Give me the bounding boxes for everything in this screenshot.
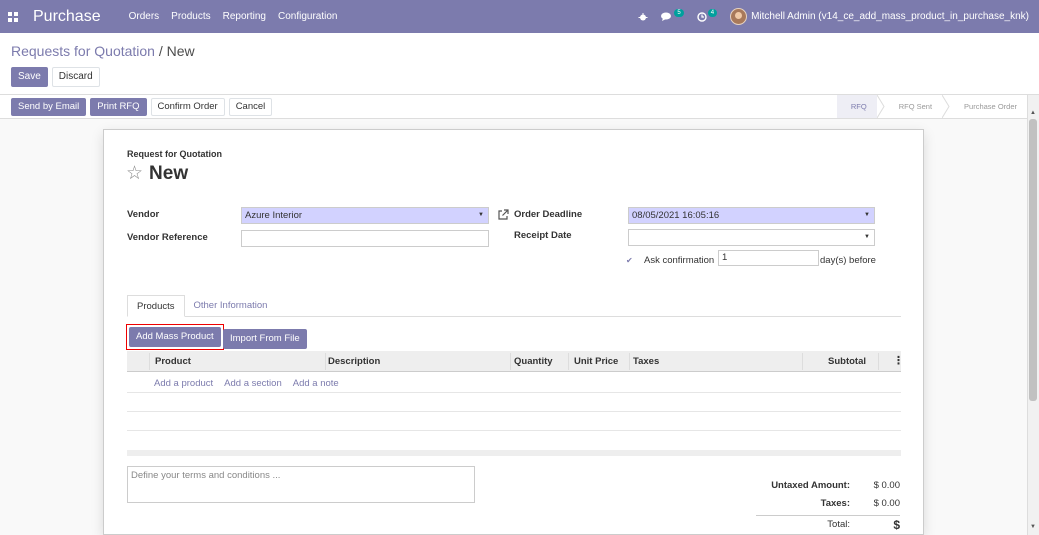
tab-other-information[interactable]: Other Information	[185, 295, 277, 316]
totals-summary: Untaxed Amount: $ 0.00 Taxes: $ 0.00 Tot…	[720, 477, 900, 534]
ask-confirmation-label: Ask confirmation	[644, 255, 715, 266]
ask-confirmation-checkbox[interactable]: ✔	[626, 256, 633, 265]
top-navbar: Purchase Orders Products Reporting Confi…	[0, 0, 1039, 33]
add-section-link[interactable]: Add a section	[224, 378, 282, 389]
user-menu[interactable]: Mitchell Admin (v14_ce_add_mass_product_…	[730, 8, 1029, 25]
stage-rfq-label: RFQ	[850, 102, 867, 111]
order-lines-header: Product Description Quantity Unit Price …	[127, 351, 904, 372]
status-bar: Send by Email Print RFQ Confirm Order Ca…	[0, 95, 1027, 119]
untaxed-amount-label: Untaxed Amount:	[771, 480, 850, 491]
column-description[interactable]: Description	[328, 351, 380, 372]
import-from-file-button[interactable]: Import From File	[223, 329, 307, 349]
form-sheet: Request for Quotation ☆ New Vendor Azure…	[103, 129, 924, 535]
control-panel: Requests for Quotation / New Save Discar…	[0, 33, 1039, 95]
vendor-reference-input[interactable]	[241, 230, 489, 247]
vendor-reference-label: Vendor Reference	[127, 232, 208, 243]
scroll-up-icon[interactable]: ▲	[1030, 110, 1036, 116]
taxes-label: Taxes:	[820, 498, 850, 509]
total-value: $ 0.00	[893, 518, 900, 532]
stage-arrow-icon	[942, 95, 950, 118]
breadcrumb-separator: /	[158, 43, 163, 59]
table-row-divider	[127, 411, 901, 412]
add-mass-product-highlight: Add Mass Product	[126, 324, 224, 350]
vendor-label: Vendor	[127, 209, 160, 220]
stage-rfq-sent-label: RFQ Sent	[898, 102, 933, 111]
confirmation-days-input[interactable]: 1	[718, 250, 819, 266]
title-row: ☆ New	[126, 163, 188, 185]
main-menu: Orders Products Reporting Configuration	[129, 11, 338, 22]
discard-button[interactable]: Discard	[51, 67, 100, 87]
form-tabs: Products Other Information	[127, 295, 901, 317]
debug-bug-icon[interactable]	[638, 12, 648, 22]
messages-count-badge: 5	[674, 8, 684, 17]
systray: 5 4 Mitchell Admin (v14_ce_add_mass_prod…	[638, 8, 1029, 25]
user-name: Mitchell Admin (v14_ce_add_mass_product_…	[751, 11, 1029, 22]
taxes-value: $ 0.00	[873, 498, 900, 509]
stage-purchase-order[interactable]: Purchase Order	[950, 95, 1027, 118]
column-taxes[interactable]: Taxes	[633, 351, 659, 372]
receipt-date-label: Receipt Date	[514, 230, 572, 241]
activities-count-badge: 4	[707, 8, 718, 17]
table-footer	[127, 450, 901, 456]
menu-products[interactable]: Products	[171, 11, 210, 22]
order-deadline-label: Order Deadline	[514, 209, 583, 220]
chevron-down-icon: ▼	[864, 234, 870, 240]
vendor-value: Azure Interior	[245, 210, 303, 221]
chevron-down-icon: ▼	[478, 212, 484, 218]
messages-icon[interactable]: 5	[661, 8, 684, 22]
add-note-link[interactable]: Add a note	[293, 378, 339, 389]
stage-rfq[interactable]: RFQ	[836, 95, 877, 118]
external-link-icon[interactable]	[497, 209, 509, 221]
stage-rfq-sent[interactable]: RFQ Sent	[885, 95, 942, 118]
order-deadline-value: 08/05/2021 16:05:16	[632, 210, 720, 221]
column-subtotal[interactable]: Subtotal	[828, 351, 866, 372]
add-product-link[interactable]: Add a product	[154, 378, 213, 389]
column-quantity[interactable]: Quantity	[514, 351, 553, 372]
vendor-select[interactable]: Azure Interior ▼	[241, 207, 489, 224]
column-options-icon[interactable]: ⋮	[893, 351, 904, 372]
breadcrumb-parent[interactable]: Requests for Quotation	[11, 43, 155, 59]
add-line-links: Add a product Add a section Add a note	[154, 378, 339, 389]
tab-products[interactable]: Products	[127, 295, 185, 317]
document-title: New	[149, 163, 189, 184]
scroll-down-icon[interactable]: ▼	[1030, 524, 1036, 530]
stage-pipeline: RFQ RFQ Sent Purchase Order	[836, 95, 1027, 118]
send-by-email-button[interactable]: Send by Email	[11, 98, 87, 116]
receipt-date-input[interactable]: ▼	[628, 229, 875, 246]
menu-orders[interactable]: Orders	[129, 11, 160, 22]
order-deadline-input[interactable]: 08/05/2021 16:05:16 ▼	[628, 207, 875, 224]
stage-purchase-order-label: Purchase Order	[964, 102, 1017, 111]
days-before-label: day(s) before	[820, 255, 876, 266]
table-row-divider	[127, 392, 901, 393]
scrollbar-thumb[interactable]	[1029, 119, 1037, 401]
table-row-divider	[127, 430, 901, 431]
add-mass-product-button[interactable]: Add Mass Product	[129, 327, 221, 347]
user-avatar	[730, 8, 748, 25]
confirm-order-button[interactable]: Confirm Order	[150, 98, 225, 116]
save-button[interactable]: Save	[11, 67, 48, 87]
untaxed-amount-value: $ 0.00	[873, 480, 900, 491]
print-rfq-button[interactable]: Print RFQ	[90, 98, 147, 116]
document-type: Request for Quotation	[127, 149, 222, 159]
activities-clock-icon[interactable]: 4	[697, 8, 718, 22]
star-icon[interactable]: ☆	[126, 164, 143, 184]
cancel-button[interactable]: Cancel	[228, 98, 273, 116]
menu-configuration[interactable]: Configuration	[278, 11, 337, 22]
status-actions: Send by Email Print RFQ Confirm Order Ca…	[11, 98, 273, 116]
apps-menu-icon[interactable]	[7, 11, 19, 23]
stage-arrow-icon	[876, 95, 885, 118]
chevron-down-icon: ▼	[864, 212, 870, 218]
breadcrumb-current: New	[166, 43, 195, 59]
form-actions: Save Discard	[11, 67, 100, 87]
total-label: Total:	[827, 519, 850, 530]
column-unit-price[interactable]: Unit Price	[574, 351, 618, 372]
column-product[interactable]: Product	[155, 351, 191, 372]
menu-reporting[interactable]: Reporting	[223, 11, 266, 22]
terms-conditions-input[interactable]: Define your terms and conditions ...	[127, 466, 475, 503]
breadcrumb: Requests for Quotation / New	[11, 43, 195, 59]
app-name[interactable]: Purchase	[33, 8, 101, 26]
